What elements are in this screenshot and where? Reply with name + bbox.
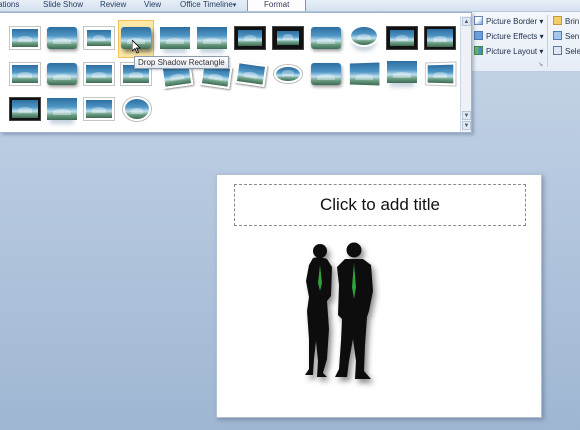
- send-backward-button[interactable]: Sen: [553, 30, 579, 43]
- chevron-down-icon: ▾: [539, 47, 544, 56]
- slide-canvas[interactable]: Click to add title: [216, 174, 542, 418]
- title-placeholder[interactable]: Click to add title: [234, 184, 526, 226]
- picture-style-reflected-bevel-white[interactable]: [387, 61, 417, 83]
- send-backward-icon: [553, 31, 562, 40]
- picture-layout-icon: [474, 46, 483, 55]
- picture-style-bevel-black[interactable]: [10, 98, 40, 120]
- picture-border-button[interactable]: Picture Border ▾: [474, 15, 543, 28]
- group-divider: [547, 15, 548, 67]
- scroll-up-icon[interactable]: ▲: [462, 17, 471, 26]
- gallery-scrollbar[interactable]: ▲ ▼ ▼: [460, 16, 471, 132]
- picture-style-relaxed-perspective[interactable]: [84, 98, 114, 120]
- chevron-down-icon: ▾: [539, 17, 544, 26]
- picture-style-reflected-rounded[interactable]: [160, 27, 190, 49]
- picture-effects-label: Picture Effects: [486, 32, 538, 41]
- mouse-cursor-icon: [132, 40, 141, 54]
- tab-office-timeline[interactable]: Office Timeline▾: [180, 0, 236, 11]
- picture-styles-gallery: ▲ ▼ ▼: [0, 12, 472, 133]
- picture-border-icon: [474, 16, 483, 25]
- tab-animations[interactable]: ations: [0, 0, 19, 10]
- picture-style-perspective-left[interactable]: [425, 62, 456, 86]
- picture-style-metal-oval[interactable]: [123, 97, 151, 121]
- picture-style-beveled-matte[interactable]: [425, 27, 455, 49]
- picture-style-reflected-soft[interactable]: [197, 27, 227, 49]
- picture-style-metal-frame[interactable]: [387, 27, 417, 49]
- chevron-down-icon: ▾: [232, 2, 237, 9]
- selection-pane-label: Sele: [565, 47, 580, 56]
- picture-style-soft-edge[interactable]: [47, 27, 77, 49]
- picture-effects-button[interactable]: Picture Effects ▾: [474, 30, 544, 43]
- ribbon-tab-bar: ations Slide Show Review View Office Tim…: [0, 0, 580, 12]
- send-backward-label: Sen: [565, 32, 580, 41]
- picture-style-soft-edge-oval[interactable]: [274, 65, 302, 83]
- gallery-tooltip: Drop Shadow Rectangle: [134, 56, 229, 69]
- bring-forward-label: Brin: [565, 17, 580, 26]
- picture-effects-icon: [474, 31, 483, 40]
- picture-layout-label: Picture Layout: [486, 47, 538, 56]
- tab-slide-show[interactable]: Slide Show: [43, 0, 83, 10]
- picture-style-metal-rounded[interactable]: [311, 27, 341, 49]
- tab-review[interactable]: Review: [100, 0, 126, 10]
- picture-style-bevel-perspective[interactable]: [349, 62, 380, 86]
- picture-border-label: Picture Border: [486, 17, 538, 26]
- bring-forward-button[interactable]: Brin: [553, 15, 579, 28]
- picture-style-rounded-diagonal[interactable]: [10, 63, 40, 85]
- picture-style-reflected-perspective[interactable]: [47, 98, 77, 120]
- tab-office-timeline-label: Office Timeline: [180, 0, 233, 9]
- picture-style-perspective-shadow[interactable]: [234, 61, 268, 87]
- picture-style-reflected-oval[interactable]: [349, 25, 379, 47]
- scroll-down-icon[interactable]: ▼: [462, 111, 471, 120]
- bring-forward-icon: [553, 16, 562, 25]
- picture-style-thick-matte-black[interactable]: [273, 27, 303, 49]
- picture-style-snip-diagonal[interactable]: [47, 63, 77, 85]
- picture-style-double-frame-black[interactable]: [235, 27, 265, 49]
- business-people-silhouette[interactable]: [287, 241, 407, 391]
- selection-pane-icon: [553, 46, 562, 55]
- tab-view[interactable]: View: [144, 0, 161, 10]
- selection-pane-button[interactable]: Sele: [553, 45, 580, 58]
- tab-format[interactable]: Format: [247, 0, 307, 11]
- dialog-launcher-icon[interactable]: ↘: [538, 61, 543, 68]
- picture-style-simple-frame-white[interactable]: [10, 27, 40, 49]
- chevron-down-icon: ▾: [539, 32, 544, 41]
- gallery-more-icon[interactable]: ▼: [462, 121, 471, 130]
- picture-style-moderate-frame[interactable]: [84, 63, 114, 85]
- picture-style-bevel-rectangle[interactable]: [311, 63, 341, 85]
- picture-style-thick-white[interactable]: [84, 27, 114, 49]
- picture-layout-button[interactable]: Picture Layout ▾: [474, 45, 543, 58]
